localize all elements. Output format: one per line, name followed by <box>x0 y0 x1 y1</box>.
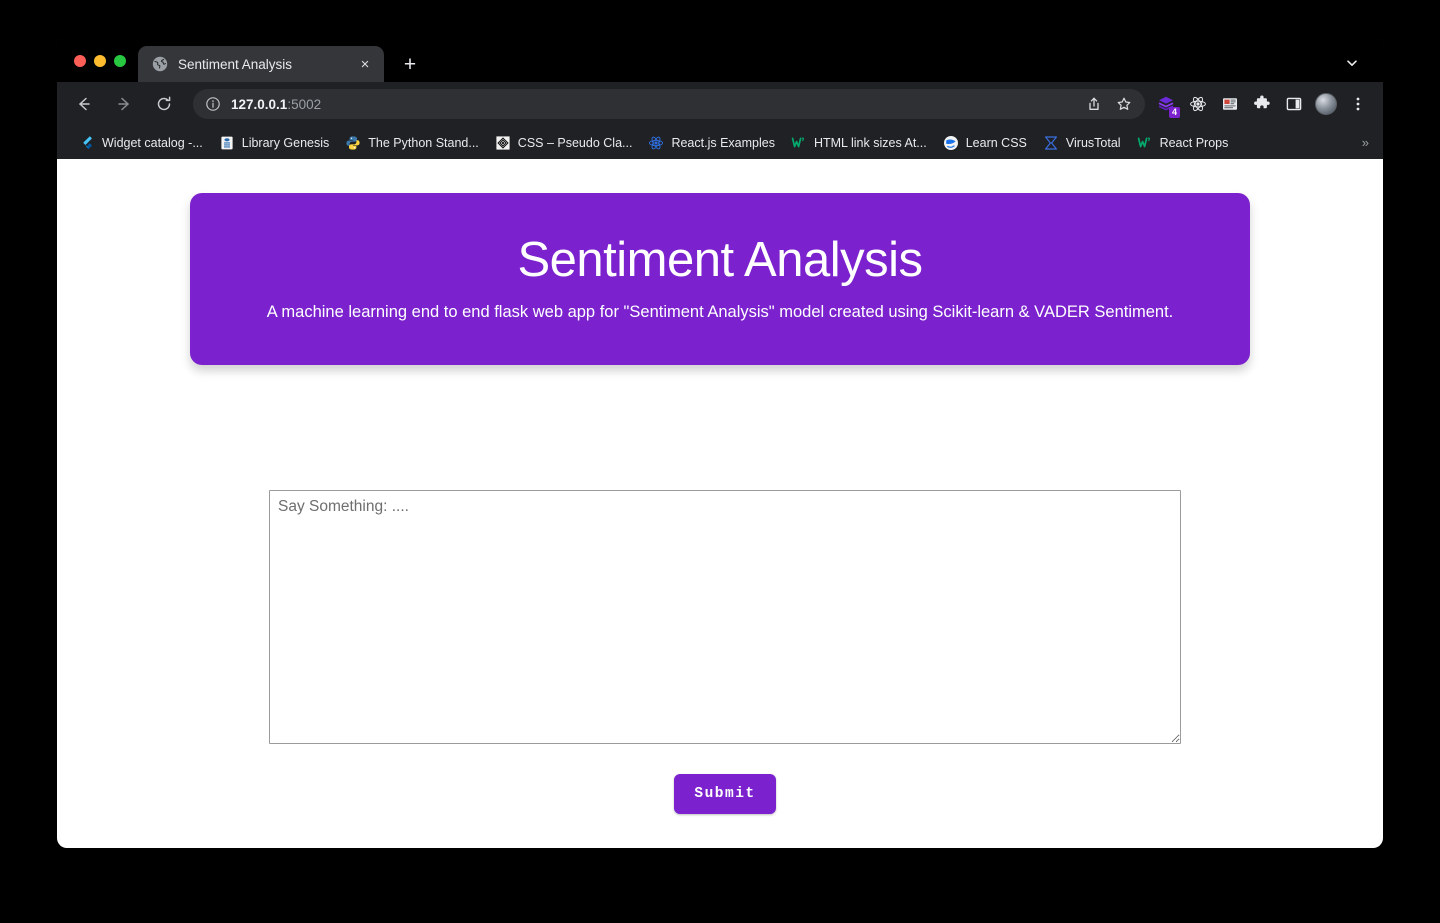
reader-mode-icon[interactable] <box>1215 89 1245 119</box>
tab-stack-extension-icon[interactable]: 4 <box>1151 89 1181 119</box>
bookmark-react-props[interactable]: React Props <box>1129 131 1237 155</box>
w3schools-icon <box>1137 135 1153 151</box>
url-host: 127.0.0.1 <box>231 97 287 112</box>
chevron-down-icon[interactable] <box>1337 48 1367 78</box>
bookmark-learn-css[interactable]: Learn CSS <box>935 131 1035 155</box>
react-icon <box>648 135 664 151</box>
mdn-icon <box>495 135 511 151</box>
close-tab-button[interactable]: × <box>356 55 374 73</box>
bookmark-label: VirusTotal <box>1066 136 1121 150</box>
globe-icon <box>152 56 168 72</box>
url-text: 127.0.0.1:5002 <box>231 97 321 112</box>
info-circle-icon[interactable] <box>205 96 221 112</box>
bookmark-css-pseudo-classes[interactable]: CSS – Pseudo Cla... <box>487 131 641 155</box>
side-panel-icon[interactable] <box>1279 89 1309 119</box>
react-devtools-icon[interactable] <box>1183 89 1213 119</box>
bookmarks-overflow-button[interactable]: » <box>1356 135 1375 150</box>
three-dot-menu-icon[interactable] <box>1343 89 1373 119</box>
share-icon[interactable] <box>1081 91 1107 117</box>
extension-badge-count: 4 <box>1169 107 1180 118</box>
new-tab-button[interactable]: + <box>395 49 425 79</box>
bookmark-label: The Python Stand... <box>368 136 479 150</box>
web-dev-icon <box>943 135 959 151</box>
browser-window: Sentiment Analysis × + <box>57 36 1383 848</box>
bookmark-python-standard[interactable]: The Python Stand... <box>337 131 487 155</box>
library-genesis-icon <box>219 135 235 151</box>
tab-strip: Sentiment Analysis × + <box>57 36 1383 82</box>
page-viewport: Sentiment Analysis A machine learning en… <box>57 159 1383 848</box>
forward-button[interactable] <box>109 89 139 119</box>
star-icon[interactable] <box>1111 91 1137 117</box>
browser-toolbar: 127.0.0.1:5002 <box>57 82 1383 126</box>
virustotal-icon <box>1043 135 1059 151</box>
page-title: Sentiment Analysis <box>518 235 923 286</box>
bookmark-reactjs-examples[interactable]: React.js Examples <box>640 131 783 155</box>
omnibox-actions <box>1081 91 1137 117</box>
avatar <box>1315 93 1337 115</box>
submit-row: Submit <box>269 774 1181 814</box>
bookmark-label: React.js Examples <box>671 136 775 150</box>
reload-button[interactable] <box>149 89 179 119</box>
sentiment-form: Submit <box>269 490 1181 814</box>
address-bar[interactable]: 127.0.0.1:5002 <box>193 89 1145 119</box>
back-button[interactable] <box>69 89 99 119</box>
puzzle-extensions-icon[interactable] <box>1247 89 1277 119</box>
bookmark-label: CSS – Pseudo Cla... <box>518 136 633 150</box>
profile-avatar[interactable] <box>1311 89 1341 119</box>
bookmark-widget-catalog[interactable]: Widget catalog -... <box>71 131 211 155</box>
flutter-icon <box>79 135 95 151</box>
sentiment-text-input[interactable] <box>269 490 1181 744</box>
bookmark-label: HTML link sizes At... <box>814 136 927 150</box>
url-port: :5002 <box>287 97 321 112</box>
page-subtitle: A machine learning end to end flask web … <box>267 302 1174 323</box>
toolbar-extension-icons: 4 <box>1151 89 1373 119</box>
bookmark-label: React Props <box>1160 136 1229 150</box>
bookmark-label: Library Genesis <box>242 136 330 150</box>
maximize-window-button[interactable] <box>114 55 126 67</box>
w3schools-icon <box>791 135 807 151</box>
bookmarks-bar: Widget catalog -... Library Genesis <box>57 126 1383 159</box>
tab-title: Sentiment Analysis <box>178 57 356 72</box>
close-window-button[interactable] <box>74 55 86 67</box>
bookmark-label: Widget catalog -... <box>102 136 203 150</box>
submit-button[interactable]: Submit <box>674 774 775 814</box>
bookmark-library-genesis[interactable]: Library Genesis <box>211 131 338 155</box>
window-controls <box>57 55 138 82</box>
python-icon <box>345 135 361 151</box>
bookmark-label: Learn CSS <box>966 136 1027 150</box>
minimize-window-button[interactable] <box>94 55 106 67</box>
browser-tab[interactable]: Sentiment Analysis × <box>138 46 384 82</box>
bookmark-virustotal[interactable]: VirusTotal <box>1035 131 1129 155</box>
page-header-card: Sentiment Analysis A machine learning en… <box>190 193 1250 365</box>
bookmark-html-link-sizes[interactable]: HTML link sizes At... <box>783 131 935 155</box>
